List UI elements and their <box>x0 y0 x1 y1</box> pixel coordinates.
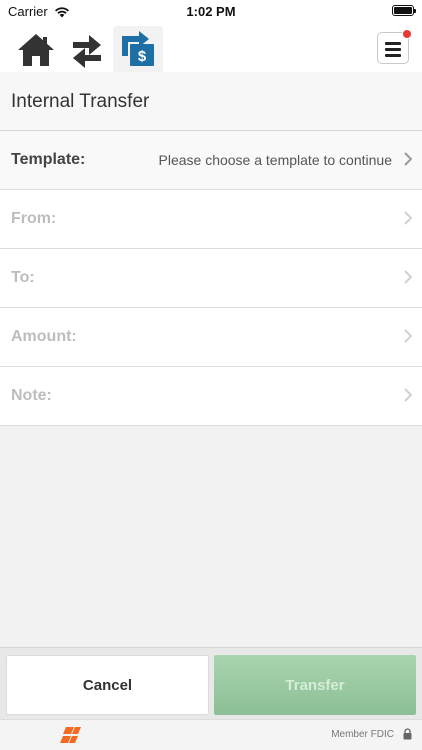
from-row[interactable]: From: <box>0 190 422 249</box>
amount-row[interactable]: Amount: <box>0 308 422 367</box>
to-row[interactable]: To: <box>0 249 422 308</box>
home-icon[interactable] <box>16 30 56 70</box>
to-label: To: <box>11 269 35 286</box>
template-label: Template: <box>11 151 86 168</box>
chevron-right-icon <box>404 329 412 343</box>
note-row[interactable]: Note: <box>0 367 422 426</box>
footer: Member FDIC <box>0 719 422 750</box>
nav-bar: $ <box>0 22 422 72</box>
notification-badge <box>402 29 412 39</box>
tab-internal-transfer[interactable]: $ <box>113 26 163 72</box>
chevron-right-icon <box>404 152 412 166</box>
amount-label: Amount: <box>11 328 77 345</box>
bank-logo-icon <box>60 727 81 743</box>
chevron-right-icon <box>404 270 412 284</box>
menu-icon <box>385 42 401 45</box>
page-title: Internal Transfer <box>11 91 150 112</box>
template-value: Please choose a template to continue <box>158 152 393 168</box>
lock-icon <box>403 728 412 740</box>
transfer-button[interactable]: Transfer <box>214 655 416 715</box>
chevron-right-icon <box>404 211 412 225</box>
internal-transfer-icon: $ <box>122 31 154 66</box>
chevron-right-icon <box>404 388 412 402</box>
note-label: Note: <box>11 387 52 404</box>
cancel-button[interactable]: Cancel <box>6 655 209 715</box>
transfers-swap-icon[interactable] <box>67 30 107 70</box>
svg-text:$: $ <box>138 48 147 65</box>
from-label: From: <box>11 210 57 227</box>
status-bar: Carrier 1:02 PM <box>0 0 422 22</box>
status-time: 1:02 PM <box>186 4 236 19</box>
battery-icon <box>392 5 416 16</box>
template-row[interactable]: Template: Please choose a template to co… <box>0 131 422 190</box>
page-header: Internal Transfer <box>0 72 422 131</box>
action-bar: Cancel Transfer <box>0 647 422 719</box>
member-fdic-text: Member FDIC <box>331 729 394 740</box>
menu-button[interactable] <box>377 29 412 64</box>
content-area <box>0 426 422 647</box>
